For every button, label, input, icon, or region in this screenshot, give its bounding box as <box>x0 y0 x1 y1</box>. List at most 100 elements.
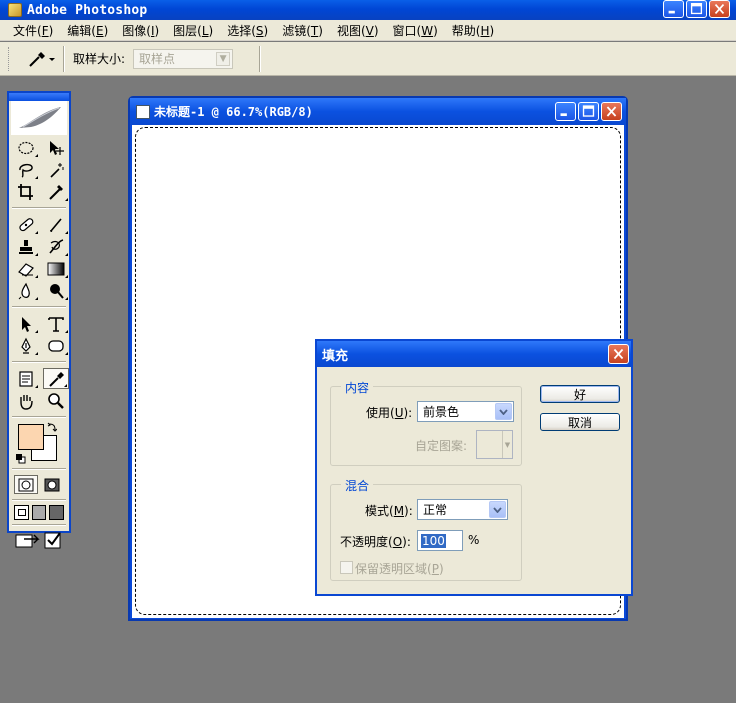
crop-icon[interactable] <box>13 181 39 202</box>
menu-layer[interactable]: 图层(L) <box>166 22 220 39</box>
document-icon <box>136 104 150 119</box>
tool-grid-4 <box>9 366 69 413</box>
foreground-color-swatch[interactable] <box>18 424 44 450</box>
custom-pattern-label: 自定图案: <box>415 439 468 453</box>
close-icon[interactable] <box>709 0 730 18</box>
toolbox-separator <box>12 416 66 418</box>
blend-group-label: 混合 <box>341 477 374 494</box>
mode-select[interactable]: 正常 <box>417 499 508 520</box>
menu-view[interactable]: 视图(V) <box>330 22 386 39</box>
close-icon[interactable] <box>601 102 622 121</box>
fill-dialog-title: 填充 <box>322 348 349 364</box>
dodge-icon[interactable] <box>43 280 69 301</box>
clone-stamp-icon[interactable] <box>13 236 39 257</box>
mode-label: 模式(M): <box>365 504 413 518</box>
default-colors-icon[interactable] <box>16 454 26 464</box>
tool-grid-2 <box>9 212 69 303</box>
shape-icon[interactable] <box>43 335 69 356</box>
full-screen-mode-icon[interactable] <box>49 505 65 520</box>
lasso-icon[interactable] <box>13 159 39 180</box>
opacity-label: 不透明度(O): <box>340 535 411 549</box>
toolbox-separator <box>12 306 66 308</box>
document-titlebar[interactable]: 未标题-1 @ 66.7%(RGB/8) <box>130 98 626 125</box>
checkmark-icon[interactable] <box>43 530 63 550</box>
zoom-icon[interactable] <box>43 390 69 411</box>
photoshop-logo-icon <box>8 3 22 17</box>
preserve-transparency-checkbox[interactable] <box>340 561 353 574</box>
blur-icon[interactable] <box>13 280 39 301</box>
menu-file[interactable]: 文件(F) <box>6 22 60 39</box>
adobe-feather-icon[interactable] <box>11 101 67 135</box>
chevron-down-icon: ▼ <box>216 51 231 66</box>
eyedropper-icon[interactable] <box>43 368 69 389</box>
swap-colors-icon[interactable] <box>47 422 57 432</box>
quick-mask-mode-icon[interactable] <box>40 475 64 494</box>
menu-edit[interactable]: 编辑(E) <box>60 22 115 39</box>
gradient-icon[interactable] <box>43 258 69 279</box>
healing-brush-icon[interactable] <box>13 214 39 235</box>
sample-size-value: 取样点 <box>139 52 176 66</box>
opacity-value: 100 <box>421 533 446 548</box>
slice-icon[interactable] <box>43 181 69 202</box>
toolbox-separator <box>12 524 66 526</box>
jump-to-imageready-icon[interactable] <box>14 530 40 550</box>
imageready-row <box>9 529 69 551</box>
hand-icon[interactable] <box>13 390 39 411</box>
menu-select[interactable]: 选择(S) <box>220 22 275 39</box>
marquee-icon[interactable] <box>13 137 39 158</box>
menu-image[interactable]: 图像(I) <box>115 22 166 39</box>
content-group-label: 内容 <box>341 379 374 396</box>
opacity-input[interactable]: 100 <box>417 530 463 551</box>
toolbox-separator <box>12 207 66 209</box>
screen-mode-row <box>9 504 69 521</box>
brush-icon[interactable] <box>43 214 69 235</box>
fill-dialog-titlebar[interactable]: 填充 <box>317 341 631 367</box>
sample-size-select[interactable]: 取样点 ▼ <box>133 48 234 69</box>
blend-group: 混合 模式(M): 正常 不透明度(O): 100 % 保留透明区域(P) <box>330 477 522 581</box>
maximize-icon[interactable] <box>578 102 599 121</box>
mode-select-value: 正常 <box>423 503 448 517</box>
ok-button[interactable]: 好 <box>540 385 620 403</box>
pen-icon[interactable] <box>13 335 39 356</box>
chevron-down-icon <box>489 501 506 518</box>
custom-pattern-picker[interactable]: ▼ <box>476 430 513 459</box>
toolbox <box>7 91 71 549</box>
color-swatches <box>9 421 69 465</box>
chevron-down-icon: ▼ <box>502 431 512 458</box>
path-selection-icon[interactable] <box>13 313 39 334</box>
magic-wand-icon[interactable] <box>43 159 69 180</box>
minimize-icon[interactable] <box>555 102 576 121</box>
content-group: 内容 使用(U): 前景色 自定图案: ▼ <box>330 379 522 466</box>
minimize-icon[interactable] <box>663 0 684 18</box>
opacity-unit: % <box>468 533 480 547</box>
tool-grid-1 <box>9 135 69 204</box>
history-brush-icon[interactable] <box>43 236 69 257</box>
menu-window[interactable]: 窗口(W) <box>386 22 445 39</box>
use-label: 使用(U): <box>366 406 413 420</box>
app-titlebar: Adobe Photoshop <box>0 0 736 20</box>
standard-screen-mode-icon[interactable] <box>14 505 29 520</box>
menu-help[interactable]: 帮助(H) <box>445 22 501 39</box>
app-window-controls <box>663 0 730 18</box>
options-bar-grip[interactable] <box>8 46 11 71</box>
move-icon[interactable] <box>43 137 69 158</box>
menu-filter[interactable]: 滤镜(T) <box>275 22 330 39</box>
maximize-icon[interactable] <box>686 0 707 18</box>
notes-icon[interactable] <box>13 368 39 389</box>
full-screen-menu-mode-icon[interactable] <box>31 505 47 520</box>
sample-size-label: 取样大小: <box>73 52 126 66</box>
type-icon[interactable] <box>43 313 69 334</box>
preserve-transparency-label: 保留透明区域(P) <box>355 562 444 576</box>
menu-bar: 文件(F) 编辑(E) 图像(I) 图层(L) 选择(S) 滤镜(T) 视图(V… <box>0 20 736 41</box>
document-window-controls <box>555 102 622 121</box>
tool-grid-3 <box>9 311 69 358</box>
toolbox-titlebar[interactable] <box>9 93 69 101</box>
eraser-icon[interactable] <box>13 258 39 279</box>
close-icon[interactable] <box>608 344 629 364</box>
cancel-button[interactable]: 取消 <box>540 413 620 431</box>
options-bar: 取样大小: 取样点 ▼ <box>0 42 736 76</box>
fill-dialog: 填充 内容 使用(U): 前景色 自定图案: ▼ 混合 模式(M): 正常 不透… <box>315 339 633 596</box>
use-select[interactable]: 前景色 <box>417 401 514 422</box>
tool-preset-picker[interactable] <box>25 46 59 72</box>
standard-mode-icon[interactable] <box>14 475 38 494</box>
